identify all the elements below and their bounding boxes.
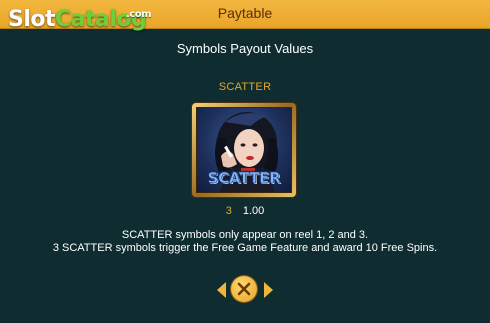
- scatter-symbol-art: SCATTER: [196, 107, 292, 193]
- navigation-controls: [215, 276, 275, 304]
- scatter-symbol-image: SCATTER: [192, 103, 296, 197]
- paytable-page: Paytable SlotCatalog .com Symbols Payout…: [0, 0, 490, 323]
- description-line-2: 3 SCATTER symbols trigger the Free Game …: [52, 242, 438, 254]
- payout-row: 3 1.00: [0, 205, 490, 217]
- logo-com-text: .com: [126, 9, 152, 20]
- payout-count: 3: [225, 205, 232, 217]
- section-subtitle: Symbols Payout Values: [176, 41, 314, 56]
- close-button[interactable]: [231, 276, 257, 302]
- watermark-logo: SlotCatalog .com: [8, 6, 152, 34]
- close-icon: [237, 282, 251, 296]
- chevron-right-icon[interactable]: [264, 282, 273, 298]
- scatter-label-text: SCATTER: [207, 169, 281, 188]
- payout-value: 1.00: [242, 205, 265, 217]
- chevron-left-icon[interactable]: [217, 282, 226, 298]
- logo-slot-text: Slot: [8, 7, 56, 32]
- symbol-name: SCATTER: [218, 81, 272, 93]
- description-line-1: SCATTER symbols only appear on reel 1, 2…: [121, 229, 369, 241]
